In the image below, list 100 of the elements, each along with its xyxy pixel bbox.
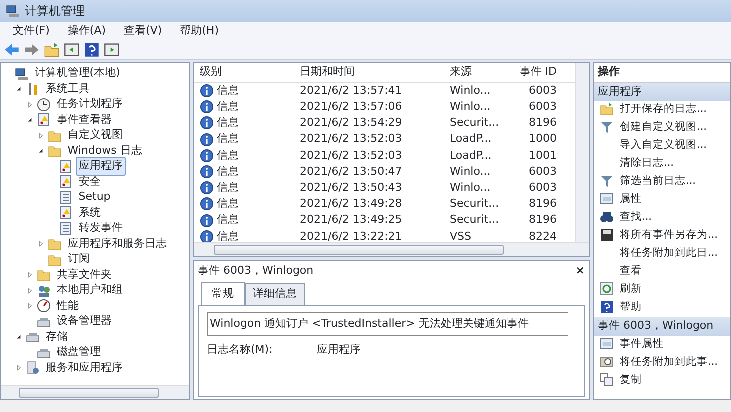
device-icon bbox=[26, 330, 40, 344]
table-cell-text: Winlo... bbox=[449, 180, 492, 196]
action-link[interactable]: 将任务附加到此日... bbox=[620, 246, 718, 262]
horizontal-scrollbar[interactable] bbox=[1, 385, 189, 399]
table-cell-text: 6003 bbox=[528, 82, 558, 99]
table-cell-text: 信息 bbox=[216, 228, 239, 245]
horizontal-scrollbar[interactable] bbox=[194, 242, 589, 256]
forward-icon[interactable] bbox=[24, 42, 40, 58]
action-link[interactable]: 查看 bbox=[620, 264, 642, 280]
table-cell-text: VSS bbox=[449, 228, 472, 245]
table-cell-text: Securit... bbox=[449, 212, 500, 228]
collapse-arrow-icon[interactable] bbox=[36, 147, 45, 155]
tree-item[interactable]: 应用程序 bbox=[76, 157, 126, 176]
table-cell-text: 1001 bbox=[528, 148, 558, 164]
table-cell-text: 2021/6/2 13:22:21 bbox=[299, 228, 404, 245]
table-cell-text: 8224 bbox=[528, 228, 558, 245]
table-cell-text: 信息 bbox=[216, 82, 239, 99]
table-cell-text: 信息 bbox=[216, 164, 239, 180]
menu-item[interactable]: 帮助(H) bbox=[171, 22, 228, 40]
tab[interactable]: 详细信息 bbox=[244, 283, 305, 305]
collapse-arrow-icon[interactable] bbox=[26, 116, 34, 124]
collapse-arrow-icon[interactable] bbox=[14, 85, 23, 93]
list-icon bbox=[58, 190, 73, 204]
table-cell-text: 8196 bbox=[528, 196, 558, 212]
folder-icon[interactable] bbox=[44, 42, 60, 58]
close-button[interactable]: × bbox=[576, 263, 585, 280]
table-cell-text: 8196 bbox=[528, 212, 558, 228]
action-link[interactable]: 事件属性 bbox=[620, 336, 664, 352]
collapse-arrow-icon[interactable] bbox=[14, 333, 23, 341]
help-icon bbox=[600, 300, 614, 314]
info-icon bbox=[200, 148, 214, 163]
help-icon[interactable] bbox=[84, 42, 100, 58]
action-link[interactable]: 清除日志... bbox=[620, 156, 674, 172]
section-header[interactable]: 事件 6003，Winlogon bbox=[594, 317, 730, 336]
action-link[interactable]: 筛选当前日志... bbox=[620, 174, 696, 190]
table-cell-text: 信息 bbox=[216, 196, 239, 212]
properties-icon bbox=[600, 336, 614, 351]
table-cell-text: LoadP... bbox=[449, 131, 493, 148]
table-cell-text: 6003 bbox=[528, 99, 558, 116]
expand-arrow-icon[interactable] bbox=[26, 271, 34, 279]
table-cell-text: 信息 bbox=[216, 180, 239, 196]
action-link[interactable]: 复制 bbox=[620, 372, 642, 388]
action-link[interactable]: 创建自定义视图... bbox=[620, 120, 708, 136]
folder-icon bbox=[48, 144, 62, 158]
tab[interactable]: 常规 bbox=[200, 282, 245, 306]
table-cell-text: Securit... bbox=[449, 196, 500, 212]
menu-item[interactable]: 查看(V) bbox=[115, 22, 172, 40]
refresh-icon bbox=[600, 282, 614, 296]
action-link[interactable]: 导入自定义视图... bbox=[620, 138, 708, 154]
table-cell-text: 2021/6/2 13:50:43 bbox=[299, 180, 404, 196]
action-link[interactable]: 刷新 bbox=[620, 282, 642, 298]
expand-arrow-icon[interactable] bbox=[26, 302, 34, 310]
expand-arrow-icon[interactable] bbox=[26, 100, 34, 108]
binoculars-icon bbox=[600, 210, 614, 224]
section-header[interactable]: 应用程序 bbox=[594, 82, 730, 101]
menu-item[interactable]: 操作(A) bbox=[58, 22, 116, 40]
clock-icon bbox=[36, 98, 51, 112]
column-header[interactable]: 级别 bbox=[194, 64, 294, 81]
field-value: 应用程序 bbox=[317, 342, 361, 358]
back-icon[interactable] bbox=[4, 42, 20, 58]
pane-icon[interactable] bbox=[104, 42, 120, 58]
action-link[interactable]: 查找... bbox=[620, 210, 652, 226]
folder-icon bbox=[600, 102, 614, 116]
info-icon bbox=[200, 84, 214, 98]
action-link[interactable]: 将任务附加到此事... bbox=[620, 354, 718, 370]
table-cell-text: 2021/6/2 13:49:25 bbox=[299, 212, 404, 228]
info-icon bbox=[200, 197, 214, 212]
expand-arrow-icon[interactable] bbox=[36, 132, 45, 140]
menu-item[interactable]: 文件(F) bbox=[4, 22, 59, 40]
table-cell-text: 6003 bbox=[528, 180, 558, 196]
column-header[interactable]: 事件 ID bbox=[506, 64, 561, 81]
table-cell-text: 6003 bbox=[528, 164, 558, 180]
log-icon bbox=[58, 206, 73, 220]
expand-arrow-icon[interactable] bbox=[26, 286, 34, 294]
pane-icon[interactable] bbox=[64, 42, 80, 58]
table-cell-text: 8196 bbox=[528, 115, 558, 132]
info-icon bbox=[200, 100, 214, 114]
expand-arrow-icon[interactable] bbox=[14, 364, 23, 372]
table-cell-text: 2021/6/2 13:50:47 bbox=[299, 164, 404, 180]
window-title: 计算机管理 bbox=[25, 3, 85, 20]
copy-icon bbox=[600, 372, 614, 387]
vertical-scrollbar[interactable] bbox=[575, 63, 589, 242]
folder-icon bbox=[48, 237, 62, 251]
table-cell-text: 2021/6/2 13:54:29 bbox=[299, 115, 404, 132]
column-header[interactable]: 来源 bbox=[444, 64, 506, 81]
table-cell-text: 信息 bbox=[216, 131, 239, 148]
action-link[interactable]: 帮助 bbox=[620, 300, 642, 316]
action-link[interactable]: 打开保存的日志... bbox=[620, 102, 708, 118]
info-icon bbox=[200, 116, 214, 130]
action-link[interactable]: 将所有事件另存为... bbox=[620, 228, 718, 244]
save-icon bbox=[600, 228, 614, 242]
filter-icon bbox=[600, 120, 614, 134]
expand-arrow-icon[interactable] bbox=[36, 240, 45, 248]
table-cell-text: 2021/6/2 13:52:03 bbox=[299, 148, 404, 164]
info-icon bbox=[200, 132, 214, 147]
action-link[interactable]: 属性 bbox=[620, 192, 642, 208]
column-header[interactable]: 日期和时间 bbox=[294, 64, 444, 81]
table-cell-text: 信息 bbox=[216, 148, 239, 164]
folder-icon bbox=[36, 268, 51, 282]
field-label: 日志名称(M): bbox=[207, 342, 274, 358]
